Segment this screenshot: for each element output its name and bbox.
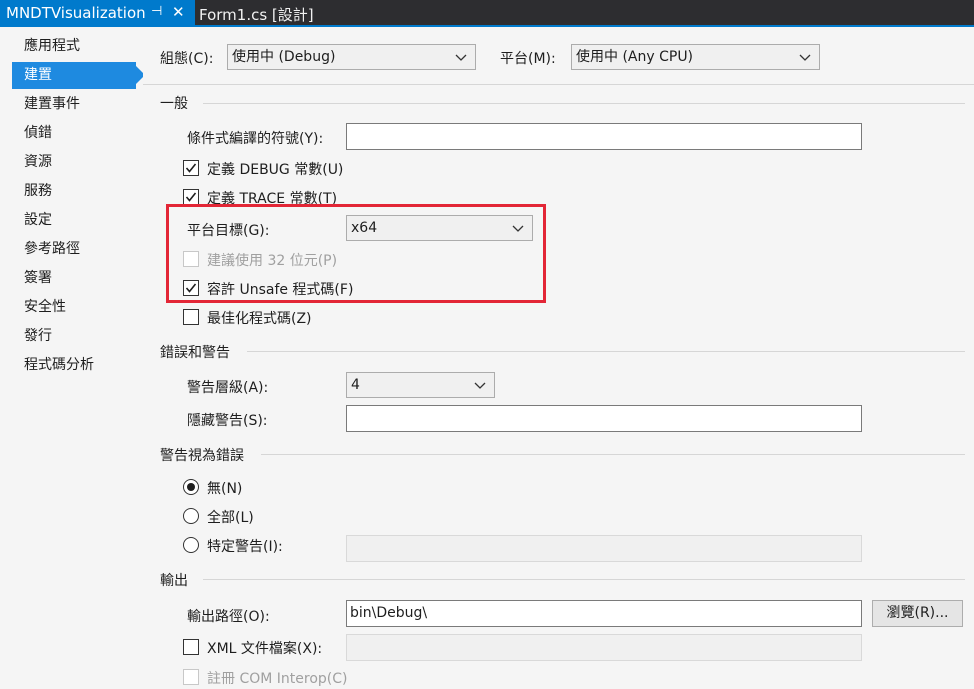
section-rule <box>203 103 965 104</box>
pin-icon[interactable]: ⊣ <box>151 4 162 19</box>
section-rule <box>261 454 965 455</box>
platform-dropdown[interactable]: 使用中 (Any CPU) <box>571 44 820 70</box>
chevron-down-icon <box>474 382 486 389</box>
optimize-code-checkbox[interactable] <box>183 309 199 325</box>
toolbar-divider <box>143 84 974 85</box>
treat-warnings-specific-radio[interactable] <box>183 537 199 553</box>
close-icon[interactable]: ✕ <box>172 3 185 21</box>
sidebar-item-code-analysis[interactable]: 程式碼分析 <box>12 352 136 379</box>
sidebar-item-signing[interactable]: 簽署 <box>12 265 136 292</box>
optimize-code-label: 最佳化程式碼(Z) <box>207 311 312 327</box>
chevron-down-icon <box>455 54 467 61</box>
output-path-label: 輸出路徑(O): <box>187 609 270 625</box>
checkmark-icon <box>185 192 197 202</box>
warning-level-label: 警告層級(A): <box>187 380 269 396</box>
sidebar-item-resources[interactable]: 資源 <box>12 149 136 176</box>
suppress-warnings-input[interactable] <box>346 405 862 432</box>
platform-label: 平台(M): <box>500 51 556 67</box>
sidebar-item-publish[interactable]: 發行 <box>12 323 136 350</box>
configuration-label: 組態(C): <box>160 51 214 67</box>
conditional-symbols-input[interactable] <box>346 123 862 150</box>
treat-warnings-all-label: 全部(L) <box>207 510 254 526</box>
sidebar-item-build-events[interactable]: 建置事件 <box>12 91 136 118</box>
xml-doc-input[interactable] <box>346 634 862 661</box>
suppress-warnings-label: 隱藏警告(S): <box>187 413 268 429</box>
sidebar-item-application[interactable]: 應用程式 <box>12 33 136 60</box>
configuration-dropdown[interactable]: 使用中 (Debug) <box>227 44 476 70</box>
tab-mndtvisualization[interactable]: MNDTVisualization ⊣ ✕ <box>0 0 195 27</box>
define-trace-checkbox[interactable] <box>183 189 199 205</box>
treat-warnings-specific-label: 特定警告(I): <box>207 539 283 555</box>
xml-doc-checkbox[interactable] <box>183 639 199 655</box>
section-rule <box>203 579 965 580</box>
treat-warnings-none-label: 無(N) <box>207 481 243 497</box>
section-title-output: 輸出 <box>160 573 188 589</box>
warning-level-dropdown[interactable]: 4 <box>346 372 495 398</box>
section-title-general: 一般 <box>160 96 188 112</box>
sidebar-item-reference-paths[interactable]: 參考路徑 <box>12 236 136 263</box>
sidebar-item-services[interactable]: 服務 <box>12 178 136 205</box>
output-path-input[interactable]: bin\Debug\ <box>346 600 862 627</box>
treat-warnings-all-radio[interactable] <box>183 508 199 524</box>
register-com-checkbox[interactable] <box>183 669 199 685</box>
warning-level-value: 4 <box>351 377 360 393</box>
platform-value: 使用中 (Any CPU) <box>576 49 694 65</box>
treat-warnings-none-radio[interactable] <box>183 479 199 495</box>
define-debug-label: 定義 DEBUG 常數(U) <box>207 162 344 178</box>
configuration-value: 使用中 (Debug) <box>232 49 336 65</box>
tab-title: MNDTVisualization <box>6 4 146 22</box>
browse-button[interactable]: 瀏覽(R)... <box>872 600 963 627</box>
radio-selected-dot <box>187 483 195 491</box>
define-debug-checkbox[interactable] <box>183 160 199 176</box>
highlight-box <box>166 204 546 303</box>
sidebar-item-debug[interactable]: 偵錯 <box>12 120 136 147</box>
sidebar-item-security[interactable]: 安全性 <box>12 294 136 321</box>
register-com-label: 註冊 COM Interop(C) <box>207 671 348 687</box>
tab-title: Form1.cs [設計] <box>199 6 314 24</box>
section-rule <box>247 351 965 352</box>
document-tab-bar: MNDTVisualization ⊣ ✕ Form1.cs [設計] <box>0 0 974 27</box>
project-properties-sidebar: 應用程式 建置 建置事件 偵錯 資源 服務 設定 參考路徑 簽署 安全性 發行 … <box>0 27 145 689</box>
xml-doc-label: XML 文件檔案(X): <box>207 641 323 657</box>
section-title-errors-warnings: 錯誤和警告 <box>160 345 230 361</box>
build-settings-pane: 組態(C): 使用中 (Debug) 平台(M): 使用中 (Any CPU) … <box>143 27 974 689</box>
section-title-treat-warnings: 警告視為錯誤 <box>160 448 244 464</box>
sidebar-item-settings[interactable]: 設定 <box>12 207 136 234</box>
specific-warnings-input[interactable] <box>346 535 862 562</box>
conditional-symbols-label: 條件式編譯的符號(Y): <box>187 131 324 147</box>
chevron-down-icon <box>799 54 811 61</box>
checkmark-icon <box>185 163 197 173</box>
sidebar-item-build[interactable]: 建置 <box>12 62 145 89</box>
